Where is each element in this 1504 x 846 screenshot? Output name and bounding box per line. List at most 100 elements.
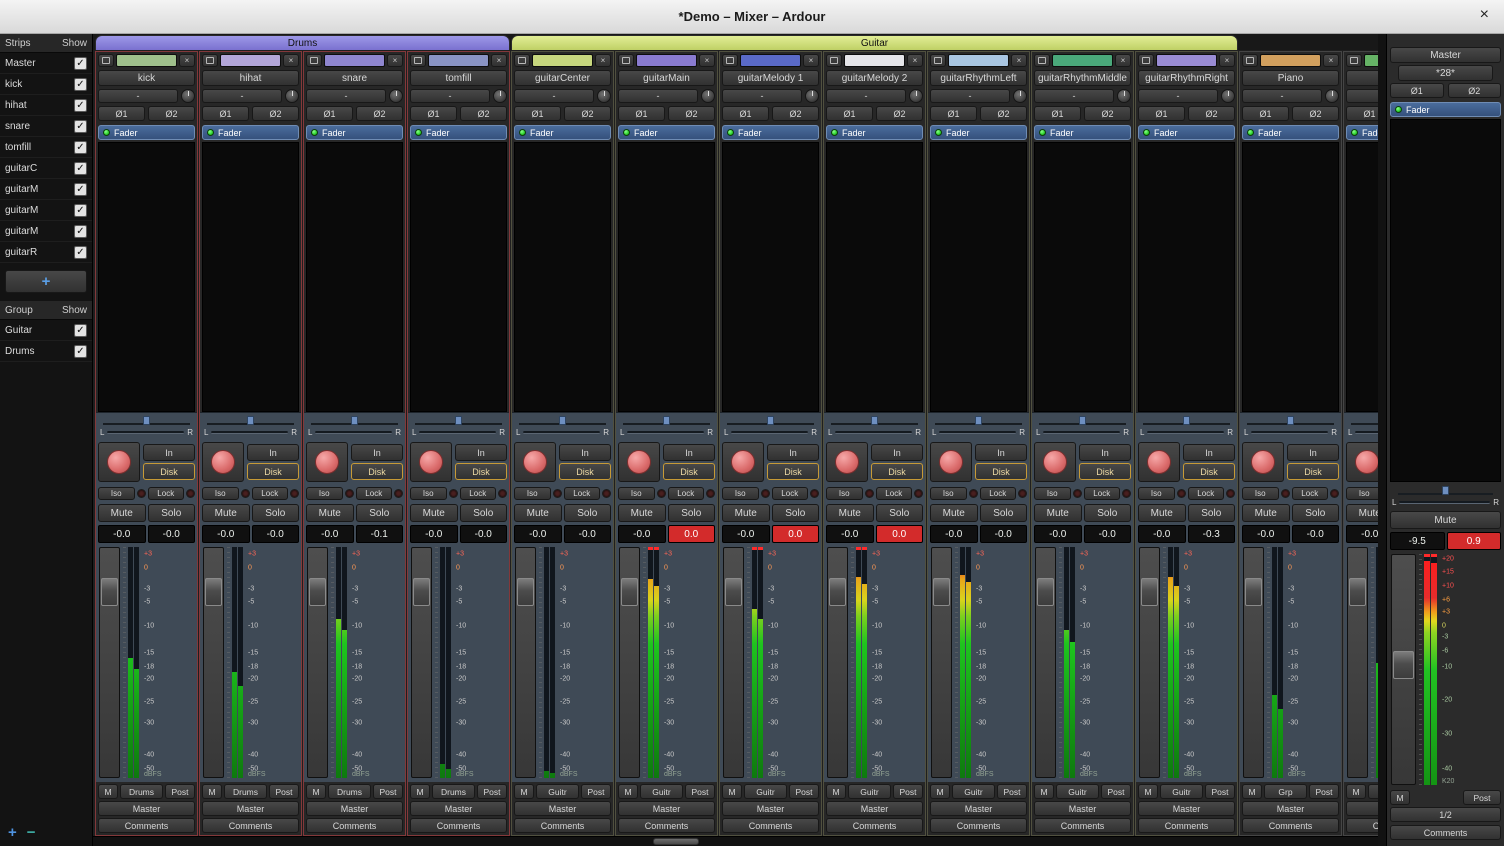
gain-display[interactable]: -0.0 bbox=[1138, 525, 1186, 543]
master-metering-button[interactable]: M bbox=[1390, 790, 1410, 805]
comments-button[interactable]: Comments bbox=[618, 818, 715, 833]
master-fader[interactable] bbox=[1391, 554, 1416, 785]
monitor-disk-button[interactable]: Disk bbox=[455, 463, 507, 480]
peak-display[interactable]: 0.0 bbox=[668, 525, 716, 543]
solo-isolate-button[interactable]: Iso bbox=[410, 487, 447, 500]
monitor-disk-button[interactable]: Disk bbox=[767, 463, 819, 480]
strip-close-icon[interactable]: × bbox=[699, 54, 715, 67]
trim-knob[interactable] bbox=[1013, 89, 1027, 103]
group-button[interactable]: Guitr bbox=[848, 784, 891, 799]
channel-fader[interactable] bbox=[515, 547, 536, 778]
strip-width-icon[interactable] bbox=[1346, 54, 1362, 67]
pan-slider[interactable] bbox=[311, 414, 398, 426]
pan-slider[interactable] bbox=[103, 414, 190, 426]
processor-active-led[interactable] bbox=[311, 129, 318, 136]
strip-list-item[interactable]: kick✓ bbox=[0, 74, 92, 95]
strip-width-icon[interactable] bbox=[722, 54, 738, 67]
record-enable-button[interactable] bbox=[930, 442, 972, 482]
processor-box[interactable] bbox=[514, 142, 611, 412]
phase-1-button[interactable]: Ø1 bbox=[410, 106, 457, 121]
group-button[interactable]: Guitr bbox=[952, 784, 995, 799]
mute-button[interactable]: Mute bbox=[722, 504, 770, 522]
pan-handle-icon[interactable] bbox=[975, 416, 982, 425]
solo-button[interactable]: Solo bbox=[460, 504, 508, 522]
channel-fader[interactable] bbox=[1035, 547, 1056, 778]
channel-fader[interactable] bbox=[619, 547, 640, 778]
solo-button[interactable]: Solo bbox=[1084, 504, 1132, 522]
solo-isolate-button[interactable]: Iso bbox=[826, 487, 863, 500]
meter-point-button[interactable]: Post bbox=[1309, 784, 1339, 799]
processor-active-led[interactable] bbox=[207, 129, 214, 136]
solo-button[interactable]: Solo bbox=[148, 504, 196, 522]
peak-display[interactable]: -0.0 bbox=[564, 525, 612, 543]
fader-processor[interactable]: Fader bbox=[930, 125, 1027, 140]
phase-1-button[interactable]: Ø1 bbox=[1242, 106, 1289, 121]
processor-active-led[interactable] bbox=[1395, 106, 1402, 113]
mute-button[interactable]: Mute bbox=[306, 504, 354, 522]
processor-active-led[interactable] bbox=[1351, 129, 1358, 136]
channel-fader[interactable] bbox=[931, 547, 952, 778]
phase-1-button[interactable]: Ø1 bbox=[1138, 106, 1185, 121]
remove-group-button[interactable]: − bbox=[27, 825, 36, 840]
group-tab-drums[interactable]: Drums bbox=[95, 35, 510, 50]
gain-display[interactable]: -0.0 bbox=[722, 525, 770, 543]
strip-visible-checkbox[interactable]: ✓ bbox=[74, 120, 87, 133]
trim-menu-button[interactable]: - bbox=[1034, 89, 1114, 103]
phase-1-button[interactable]: Ø1 bbox=[514, 106, 561, 121]
strip-close-icon[interactable]: × bbox=[907, 54, 923, 67]
phase-2-button[interactable]: Ø2 bbox=[876, 106, 923, 121]
record-enable-button[interactable] bbox=[1034, 442, 1076, 482]
phase-1-button[interactable]: Ø1 bbox=[1346, 106, 1378, 121]
strip-color-swatch[interactable] bbox=[324, 54, 385, 67]
pan-slider[interactable] bbox=[1247, 414, 1334, 426]
phase-1-button[interactable]: Ø1 bbox=[202, 106, 249, 121]
group-button[interactable]: Drums bbox=[224, 784, 267, 799]
trim-menu-button[interactable]: - bbox=[202, 89, 282, 103]
record-enable-button[interactable] bbox=[1242, 442, 1284, 482]
output-button[interactable]: Master bbox=[98, 801, 195, 816]
strip-close-icon[interactable]: × bbox=[283, 54, 299, 67]
record-enable-button[interactable] bbox=[618, 442, 660, 482]
processor-box[interactable] bbox=[306, 142, 403, 412]
trim-menu-button[interactable]: - bbox=[98, 89, 178, 103]
channel-fader[interactable] bbox=[827, 547, 848, 778]
comments-button[interactable]: Comments bbox=[98, 818, 195, 833]
metering-button[interactable]: M bbox=[202, 784, 222, 799]
group-button[interactable]: Drums bbox=[328, 784, 371, 799]
strip-visible-checkbox[interactable]: ✓ bbox=[74, 162, 87, 175]
strip-color-swatch[interactable] bbox=[220, 54, 281, 67]
strip-width-icon[interactable] bbox=[410, 54, 426, 67]
strip-width-icon[interactable] bbox=[826, 54, 842, 67]
add-group-button[interactable]: + bbox=[8, 825, 17, 840]
metering-button[interactable]: M bbox=[722, 784, 742, 799]
group-button[interactable]: Guitr bbox=[1160, 784, 1203, 799]
pan-slider[interactable] bbox=[935, 414, 1022, 426]
monitor-disk-button[interactable]: Disk bbox=[559, 463, 611, 480]
fader-handle[interactable] bbox=[621, 578, 638, 606]
pan-slider[interactable] bbox=[207, 414, 294, 426]
solo-isolate-button[interactable]: Iso bbox=[98, 487, 135, 500]
phase-1-button[interactable]: Ø1 bbox=[1034, 106, 1081, 121]
fader-processor[interactable]: Fader bbox=[1034, 125, 1131, 140]
phase-1-button[interactable]: Ø1 bbox=[618, 106, 665, 121]
output-button[interactable]: Master bbox=[1034, 801, 1131, 816]
solo-isolate-button[interactable]: Iso bbox=[1138, 487, 1175, 500]
fader-handle[interactable] bbox=[101, 578, 118, 606]
solo-isolate-button[interactable]: Iso bbox=[1242, 487, 1279, 500]
strip-color-swatch[interactable] bbox=[636, 54, 697, 67]
fader-handle[interactable] bbox=[205, 578, 222, 606]
phase-2-button[interactable]: Ø2 bbox=[1188, 106, 1235, 121]
strip-visible-checkbox[interactable]: ✓ bbox=[74, 246, 87, 259]
strip-visible-checkbox[interactable]: ✓ bbox=[74, 204, 87, 217]
strip-name-button[interactable]: Piano bbox=[1242, 70, 1339, 86]
meter-point-button[interactable]: Post bbox=[477, 784, 507, 799]
metering-button[interactable]: M bbox=[98, 784, 118, 799]
gain-display[interactable]: -0.0 bbox=[306, 525, 354, 543]
solo-isolate-button[interactable]: Iso bbox=[930, 487, 967, 500]
trim-knob[interactable] bbox=[285, 89, 299, 103]
mute-button[interactable]: Mute bbox=[1242, 504, 1290, 522]
master-fader-processor[interactable]: Fader bbox=[1390, 102, 1501, 117]
strip-visible-checkbox[interactable]: ✓ bbox=[74, 78, 87, 91]
strip-close-icon[interactable]: × bbox=[595, 54, 611, 67]
master-peak-display[interactable]: 0.9 bbox=[1447, 532, 1502, 550]
